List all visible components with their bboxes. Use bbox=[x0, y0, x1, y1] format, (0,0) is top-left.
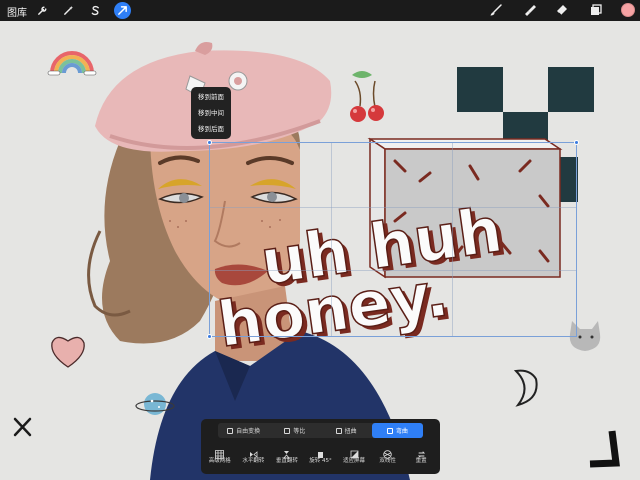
transform-toolbar: 自由变换 等比 扭曲 弯曲 高级网格 水平翻转 垂直翻转 旋转 45° 适应屏幕… bbox=[201, 419, 440, 474]
magic-wand-icon bbox=[63, 5, 74, 16]
tool-label: 水平翻转 bbox=[242, 458, 265, 464]
tab-label: 弯曲 bbox=[395, 428, 408, 435]
layer-order-menu: 移到前面 移到中间 移到后面 bbox=[191, 87, 231, 139]
uniform-icon bbox=[284, 427, 291, 434]
transform-handle-top-right[interactable] bbox=[574, 140, 579, 145]
flip-vertical-icon bbox=[282, 444, 291, 459]
tool-label: 适应屏幕 bbox=[343, 458, 366, 464]
transform-button[interactable] bbox=[114, 2, 131, 19]
layers-button[interactable] bbox=[587, 1, 605, 19]
menu-item-move-back[interactable]: 移到后面 bbox=[191, 121, 231, 137]
smudge-icon bbox=[523, 3, 537, 17]
wrench-icon bbox=[37, 5, 48, 16]
tab-distort[interactable]: 扭曲 bbox=[321, 423, 372, 438]
adjustments-button[interactable] bbox=[60, 2, 77, 19]
tab-uniform[interactable]: 等比 bbox=[269, 423, 320, 438]
smudge-button[interactable] bbox=[521, 1, 539, 19]
eraser-icon bbox=[555, 3, 569, 17]
tool-label: 双线性 bbox=[379, 458, 396, 464]
reset-button[interactable]: 重置 bbox=[406, 444, 436, 470]
warp-grid-line bbox=[330, 143, 332, 336]
tab-freeform[interactable]: 自由变换 bbox=[218, 423, 269, 438]
distort-icon bbox=[335, 427, 342, 434]
warp-grid-line bbox=[451, 143, 453, 336]
gallery-button[interactable]: 图库 bbox=[7, 4, 27, 19]
menu-item-move-middle[interactable]: 移到中间 bbox=[191, 105, 231, 121]
eraser-button[interactable] bbox=[553, 1, 571, 19]
brush-button[interactable] bbox=[487, 1, 505, 19]
fit-screen-icon bbox=[350, 444, 359, 459]
transform-handle-bottom-left[interactable] bbox=[207, 334, 212, 339]
transform-handle-top-left[interactable] bbox=[207, 140, 212, 145]
transform-selection-box[interactable] bbox=[207, 140, 579, 339]
flip-vertical-button[interactable]: 垂直翻转 bbox=[272, 444, 302, 470]
flip-horizontal-icon bbox=[249, 444, 258, 458]
tool-label: 高级网格 bbox=[208, 458, 231, 464]
color-swatch-button[interactable] bbox=[621, 3, 635, 17]
bilinear-button[interactable]: 双线性 bbox=[373, 444, 403, 470]
freeform-icon bbox=[227, 427, 234, 434]
warp-grid-line bbox=[210, 206, 576, 208]
tab-label: 等比 bbox=[293, 428, 306, 435]
actions-wrench-button[interactable] bbox=[34, 2, 51, 19]
selection-s-icon bbox=[90, 5, 101, 16]
flip-horizontal-button[interactable]: 水平翻转 bbox=[238, 444, 268, 470]
bilinear-icon bbox=[383, 444, 392, 459]
transform-arrow-icon bbox=[117, 5, 128, 16]
tab-warp[interactable]: 弯曲 bbox=[371, 423, 423, 438]
layers-icon bbox=[589, 3, 603, 17]
tool-label: 重置 bbox=[415, 458, 427, 464]
fit-screen-button[interactable]: 适应屏幕 bbox=[339, 444, 369, 470]
tab-label: 自由变换 bbox=[236, 428, 261, 435]
transform-mode-tabs: 自由变换 等比 扭曲 弯曲 bbox=[218, 423, 423, 438]
selection-button[interactable] bbox=[87, 2, 104, 19]
tool-label: 旋转 45° bbox=[309, 458, 332, 464]
brush-icon bbox=[489, 3, 503, 17]
reset-icon bbox=[417, 444, 426, 458]
rotate-icon bbox=[316, 444, 325, 458]
transform-tools-row: 高级网格 水平翻转 垂直翻转 旋转 45° 适应屏幕 双线性 重置 bbox=[201, 444, 440, 470]
rotate-45-button[interactable]: 旋转 45° bbox=[305, 444, 335, 470]
menu-item-move-front[interactable]: 移到前面 bbox=[191, 89, 231, 105]
tab-label: 扭曲 bbox=[344, 428, 357, 435]
drawing-canvas[interactable]: uh huh uh huh honey. honey. 移到前面 移到中间 移到… bbox=[0, 21, 640, 480]
tool-label: 垂直翻转 bbox=[275, 458, 298, 464]
advanced-mesh-button[interactable]: 高级网格 bbox=[205, 444, 235, 470]
top-toolbar: 图库 bbox=[0, 0, 640, 21]
grid-icon bbox=[215, 444, 225, 459]
warp-grid-line bbox=[210, 270, 576, 272]
warp-icon bbox=[386, 427, 393, 434]
